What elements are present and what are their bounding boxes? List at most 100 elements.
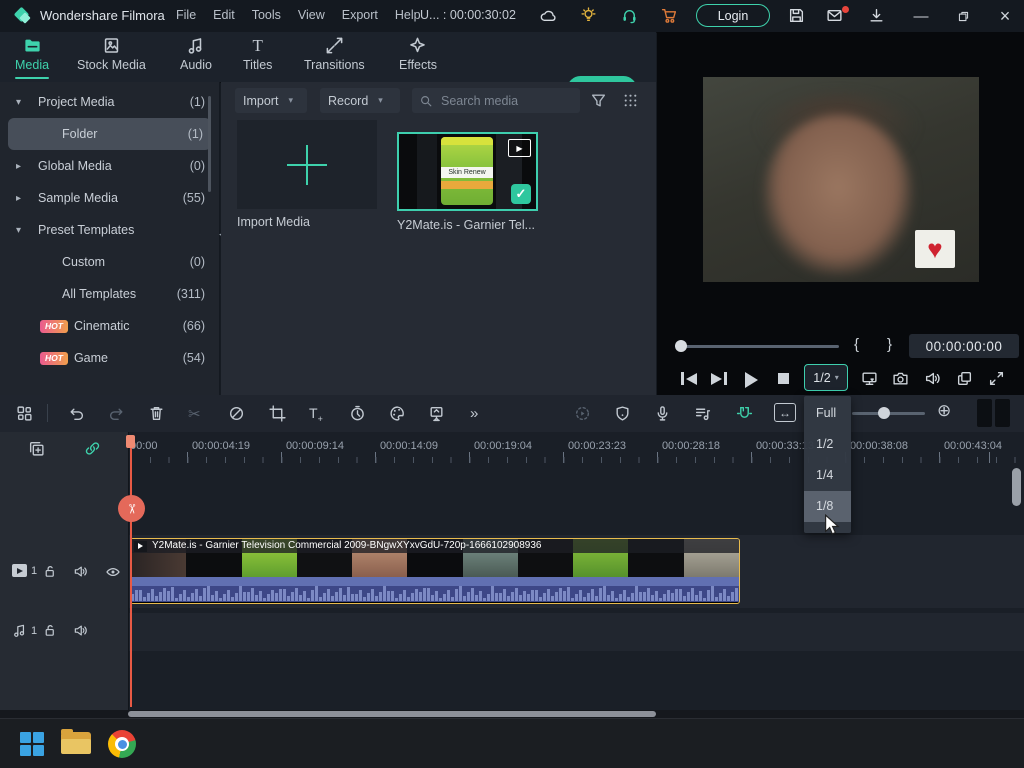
clip-thumbnail-tile[interactable]: Skin Renew ▶ <box>397 132 538 211</box>
lock-audio-track-icon[interactable] <box>42 623 57 638</box>
fullscreen-icon[interactable] <box>988 370 1006 388</box>
quality-option-full[interactable]: Full <box>804 398 851 429</box>
restore-button[interactable] <box>948 0 978 32</box>
menu-help[interactable]: Help <box>395 8 421 22</box>
mute-audio-track-icon[interactable] <box>73 623 88 638</box>
save-icon[interactable] <box>788 7 806 25</box>
cart-icon[interactable] <box>661 7 679 25</box>
tab-titles[interactable]: T Titles <box>243 36 272 72</box>
sidebar-item-sample-media[interactable]: ▸ Sample Media (55) <box>0 182 219 214</box>
audio-mixer-icon[interactable] <box>694 405 711 422</box>
support-headset-icon[interactable] <box>621 7 639 25</box>
mute-track-icon[interactable] <box>73 564 88 579</box>
idea-icon[interactable] <box>580 7 598 25</box>
playhead-handle[interactable] <box>126 435 135 448</box>
sidebar-item-all-templates[interactable]: All Templates (311) <box>0 278 219 310</box>
lock-track-icon[interactable] <box>42 564 57 579</box>
filter-icon[interactable] <box>590 92 607 109</box>
expander-icon[interactable]: ▸ <box>16 193 38 204</box>
audio-track-lane[interactable] <box>0 613 1024 651</box>
start-button[interactable] <box>14 726 50 762</box>
expander-icon[interactable]: ▾ <box>16 97 38 108</box>
menu-file[interactable]: File <box>176 8 196 22</box>
sidebar-item-project-media[interactable]: ▾ Project Media (1) <box>0 86 219 118</box>
minimize-button[interactable]: — <box>906 0 936 32</box>
previous-frame-button[interactable] <box>681 372 697 385</box>
add-track-icon[interactable] <box>28 440 45 457</box>
sidebar-item-folder[interactable]: Folder (1) <box>8 118 211 150</box>
tab-stock-media[interactable]: Stock Media <box>77 36 146 72</box>
redo-icon[interactable] <box>108 405 125 422</box>
stop-button[interactable] <box>778 373 789 384</box>
tab-audio[interactable]: Audio <box>180 36 212 72</box>
link-clips-icon[interactable] <box>84 440 101 457</box>
download-icon[interactable] <box>868 7 886 25</box>
marker-shield-icon[interactable] <box>614 405 631 422</box>
scrubber-track[interactable] <box>681 345 839 348</box>
menu-export[interactable]: Export <box>342 8 378 22</box>
sidebar-item-preset-templates[interactable]: ▾ Preset Templates <box>0 214 219 246</box>
timeline-horizontal-scrollbar[interactable] <box>0 710 1024 718</box>
timeline-view-toggle-2[interactable] <box>995 399 1010 427</box>
preview-quality-dropdown[interactable]: 1/2 ▾ <box>804 364 848 391</box>
scrubber-handle[interactable] <box>675 340 687 352</box>
workspace-layout-icon[interactable] <box>16 405 33 422</box>
playhead-split-icon[interactable] <box>118 495 145 522</box>
grid-view-icon[interactable] <box>622 92 639 109</box>
file-explorer-icon[interactable] <box>58 726 94 762</box>
timeline-zoom-handle[interactable] <box>878 407 890 419</box>
tab-media[interactable]: Media <box>15 36 50 79</box>
chrome-icon[interactable] <box>104 726 140 762</box>
expander-icon[interactable]: ▾ <box>16 225 38 236</box>
menu-view[interactable]: View <box>298 8 325 22</box>
timeline-vertical-scrollbar[interactable] <box>1012 468 1021 506</box>
display-device-icon[interactable] <box>861 370 879 388</box>
snapshot-camera-icon[interactable] <box>892 370 910 388</box>
sidebar-item-game[interactable]: HOT Game (54) <box>0 342 219 374</box>
sidebar-scrollbar[interactable] <box>208 96 211 192</box>
next-frame-button[interactable] <box>711 372 727 385</box>
speed-icon[interactable] <box>228 405 245 422</box>
split-scissors-icon[interactable]: ✂ <box>188 405 205 423</box>
timeline-ruler[interactable]: 00:00 00:00:04:19 00:00:09:14 00:00:14:09 00… <box>128 435 1024 465</box>
play-button[interactable] <box>745 372 758 388</box>
quality-option-1-2[interactable]: 1/2 <box>804 429 851 460</box>
import-media-tile[interactable] <box>237 120 377 209</box>
quality-option-1-4[interactable]: 1/4 <box>804 460 851 491</box>
mirror-screens-icon[interactable] <box>956 370 974 388</box>
auto-ripple-icon[interactable]: ↔ <box>774 403 796 422</box>
mark-out-button[interactable]: } <box>887 336 892 353</box>
tab-transitions[interactable]: Transitions <box>304 36 365 72</box>
add-text-icon[interactable]: T+ <box>309 405 326 424</box>
delete-icon[interactable] <box>148 405 165 422</box>
hide-track-eye-icon[interactable] <box>105 564 121 580</box>
mark-in-button[interactable]: { <box>854 336 859 353</box>
more-tools-chevron[interactable]: » <box>470 405 487 422</box>
duration-clock-icon[interactable] <box>349 405 366 422</box>
login-button[interactable]: Login <box>696 4 770 27</box>
tab-effects[interactable]: Effects <box>399 36 437 72</box>
crop-icon[interactable] <box>269 405 286 422</box>
voiceover-mic-icon[interactable] <box>654 405 671 422</box>
timeline-clip[interactable]: Y2Mate.is - Garnier Television Commercia… <box>130 538 740 604</box>
record-dropdown[interactable]: Record ▾ <box>320 88 400 113</box>
color-palette-icon[interactable] <box>389 405 406 422</box>
import-dropdown[interactable]: Import ▾ <box>235 88 307 113</box>
menu-edit[interactable]: Edit <box>213 8 235 22</box>
render-preview-icon[interactable] <box>574 405 591 422</box>
volume-icon[interactable] <box>924 370 942 388</box>
zoom-to-fit-icon[interactable]: ⊕ <box>937 401 951 421</box>
menu-tools[interactable]: Tools <box>252 8 281 22</box>
snap-magnet-icon[interactable] <box>736 405 753 422</box>
cloud-icon[interactable] <box>539 7 557 25</box>
search-input[interactable] <box>439 92 563 109</box>
sidebar-item-cinematic[interactable]: HOT Cinematic (66) <box>0 310 219 342</box>
close-button[interactable]: × <box>990 0 1020 32</box>
sidebar-item-custom[interactable]: Custom (0) <box>0 246 219 278</box>
undo-icon[interactable] <box>68 405 85 422</box>
sidebar-item-global-media[interactable]: ▸ Global Media (0) <box>0 150 219 182</box>
video-preview[interactable] <box>703 77 979 282</box>
motion-tracking-icon[interactable] <box>428 405 445 422</box>
playhead-line[interactable] <box>130 435 132 707</box>
timeline-view-toggle-1[interactable] <box>977 399 992 427</box>
